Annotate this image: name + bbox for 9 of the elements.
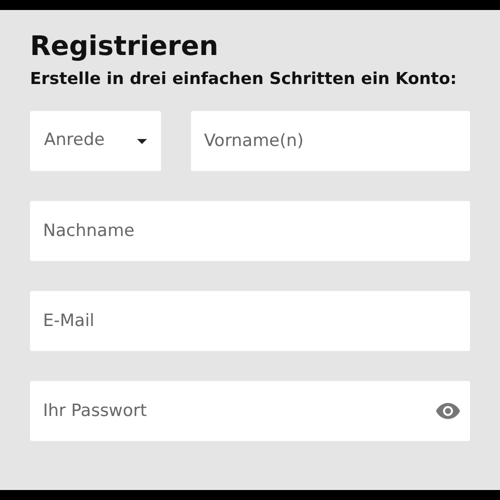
password-field[interactable]: Ihr Passwort <box>30 381 470 441</box>
salutation-dropdown[interactable]: Anrede <box>30 111 161 171</box>
input-field[interactable]: Nachname <box>30 201 470 261</box>
caret-icon <box>137 138 147 144</box>
input-field[interactable]: Vorname(n) <box>191 111 470 171</box>
subtitle: Erstelle in drei einfachen Schritten ein Konto: <box>30 68 457 90</box>
email-field[interactable]: E-Mail <box>30 291 470 351</box>
eye-icon[interactable] <box>436 403 460 419</box>
page-title: Registrieren <box>30 30 218 64</box>
